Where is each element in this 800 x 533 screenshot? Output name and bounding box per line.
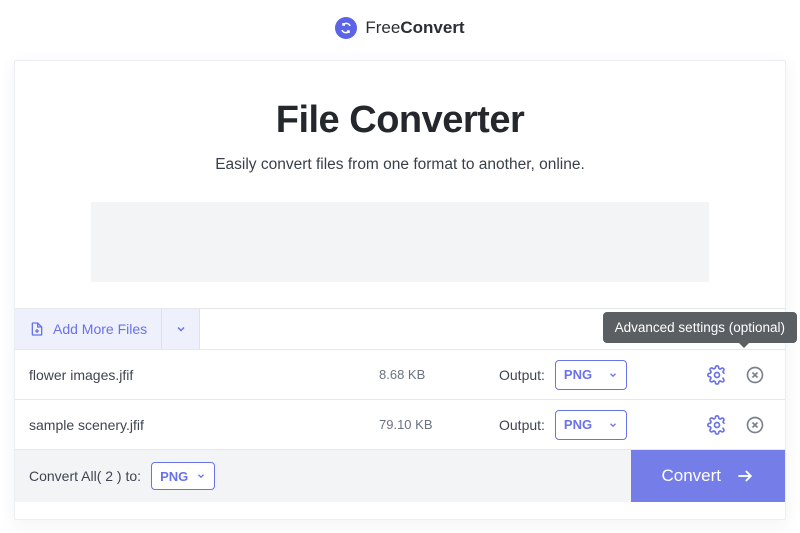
advanced-settings-button[interactable] <box>707 415 727 435</box>
convert-button[interactable]: Convert <box>631 450 785 502</box>
convert-all-label: Convert All( 2 ) to: <box>29 468 141 484</box>
file-size: 79.10 KB <box>379 417 469 432</box>
output-format-select[interactable]: PNG <box>555 360 627 390</box>
arrow-right-icon <box>735 466 755 486</box>
brand-name: FreeConvert <box>365 18 464 38</box>
brand-logo-icon <box>335 17 357 39</box>
convert-all-format-select[interactable]: PNG <box>151 462 215 490</box>
chevron-down-icon <box>175 323 187 335</box>
output-format-select[interactable]: PNG <box>555 410 627 440</box>
output-format-value: PNG <box>564 367 592 382</box>
add-more-files-label: Add More Files <box>53 321 147 337</box>
convert-button-label: Convert <box>661 466 721 486</box>
output-label: Output: <box>499 417 545 433</box>
close-icon <box>745 365 765 385</box>
add-file-icon <box>29 321 45 337</box>
close-icon <box>745 415 765 435</box>
page-title: File Converter <box>15 99 785 142</box>
file-row: sample scenery.jfif 79.10 KB Output: PNG <box>15 400 785 450</box>
convert-all-format-value: PNG <box>160 469 188 484</box>
chevron-down-icon <box>196 471 206 481</box>
remove-file-button[interactable] <box>745 415 765 435</box>
gear-icon <box>707 415 727 435</box>
add-more-files-button[interactable]: Add More Files <box>15 309 162 349</box>
page-subtitle: Easily convert files from one format to … <box>15 156 785 174</box>
converter-panel: File Converter Easily convert files from… <box>14 60 786 520</box>
gear-icon <box>707 365 727 385</box>
advanced-settings-tooltip: Advanced settings (optional) <box>603 312 797 343</box>
chevron-down-icon <box>608 370 618 380</box>
file-row: Advanced settings (optional) flower imag… <box>15 350 785 400</box>
output-label: Output: <box>499 367 545 383</box>
file-size: 8.68 KB <box>379 367 469 382</box>
advanced-settings-button[interactable] <box>707 365 727 385</box>
file-name: sample scenery.jfif <box>29 417 379 433</box>
ad-placeholder <box>91 202 709 282</box>
file-name: flower images.jfif <box>29 367 379 383</box>
add-more-files-dropdown[interactable] <box>162 309 200 349</box>
chevron-down-icon <box>608 420 618 430</box>
output-format-value: PNG <box>564 417 592 432</box>
remove-file-button[interactable] <box>745 365 765 385</box>
